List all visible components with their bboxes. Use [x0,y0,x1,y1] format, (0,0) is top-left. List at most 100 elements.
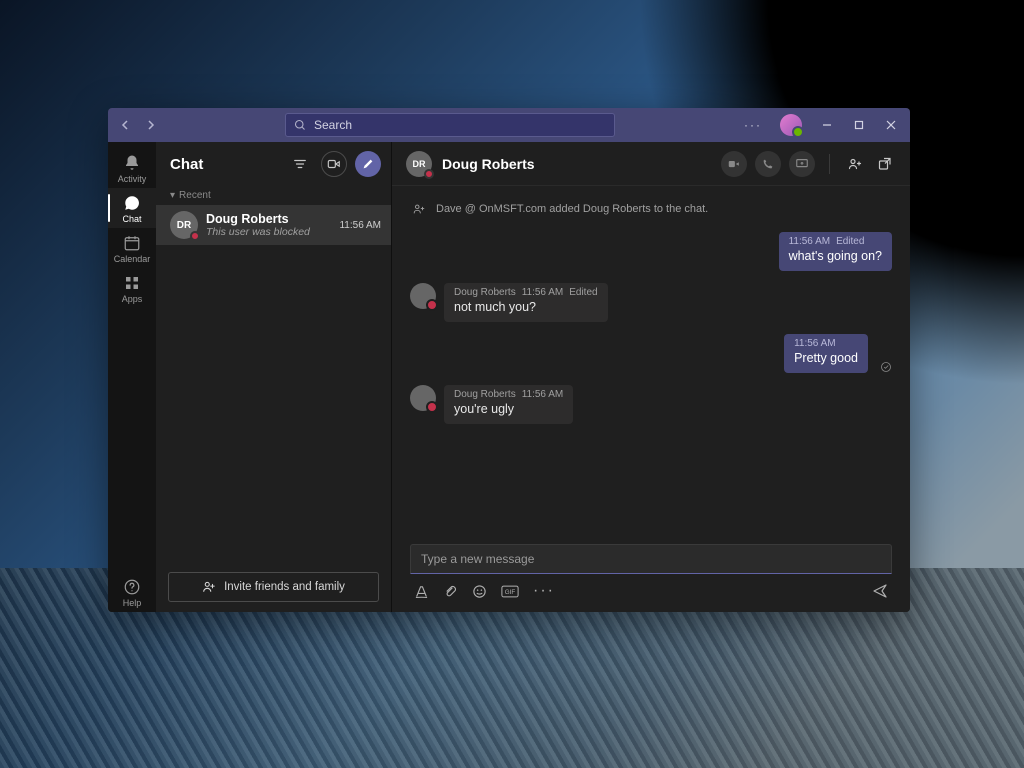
help-icon [123,578,141,596]
teams-window: Search ··· Activity Chat Calendar [108,108,910,612]
chevron-down-icon: ▾ [170,190,175,201]
bell-icon [123,154,141,172]
nav-forward-button[interactable] [142,117,158,133]
conversation-pane: DR Doug Roberts Dave @ OnMSFT.com added … [392,142,910,612]
message-row: Doug Roberts 11:56 AM you're ugly [410,385,892,424]
svg-text:GIF: GIF [505,589,516,596]
new-chat-button[interactable] [355,151,381,177]
conversation-header: DR Doug Roberts [392,142,910,186]
popout-button[interactable] [874,153,896,175]
chat-icon [123,194,141,212]
rail-apps[interactable]: Apps [108,268,156,308]
more-icon: ··· [533,582,555,600]
calendar-icon [123,234,141,252]
filter-button[interactable] [287,151,313,177]
conversation-title: Doug Roberts [442,156,721,172]
people-add-icon [202,580,216,594]
user-avatar[interactable] [780,114,802,136]
rail-label: Apps [122,294,143,304]
video-icon [727,157,741,171]
chat-list-pane: Chat ▾ Recent DR Doug Roberts This user … [156,142,392,612]
message-bubble-me[interactable]: 11:56 AM Edited what's going on? [779,232,892,271]
filter-icon [293,157,307,171]
divider [829,154,830,174]
gif-button[interactable]: GIF [501,585,519,598]
message-avatar [410,385,436,411]
message-row: Doug Roberts 11:56 AM Edited not much yo… [410,283,892,322]
message-edited-label: Edited [836,236,864,247]
rail-calendar[interactable]: Calendar [108,228,156,268]
audio-call-button[interactable] [755,151,781,177]
message-bubble-them[interactable]: Doug Roberts 11:56 AM you're ugly [444,385,573,424]
chat-time: 11:56 AM [339,220,381,231]
video-call-button[interactable] [721,151,747,177]
window-minimize-button[interactable] [820,118,834,132]
message-text: you're ugly [454,402,563,416]
search-placeholder: Search [314,118,352,132]
message-input[interactable]: Type a new message [410,544,892,574]
composer: Type a new message GIF ··· [392,544,910,612]
message-time: 11:56 AM [789,236,831,247]
recent-section-label[interactable]: ▾ Recent [156,186,391,205]
meet-now-button[interactable] [321,151,347,177]
emoji-button[interactable] [472,584,487,599]
header-avatar: DR [406,151,432,177]
phone-icon [761,157,775,171]
format-icon [414,584,429,599]
chat-list-item[interactable]: DR Doug Roberts This user was blocked 11… [156,205,391,245]
rail-label: Help [123,598,142,608]
nav-back-button[interactable] [118,117,134,133]
invite-button[interactable]: Invite friends and family [168,572,379,602]
add-people-button[interactable] [844,153,866,175]
message-edited-label: Edited [569,287,597,298]
apps-icon [123,274,141,292]
search-input[interactable]: Search [285,113,615,137]
rail-chat[interactable]: Chat [108,188,156,228]
emoji-icon [472,584,487,599]
more-options-button[interactable]: ··· [744,118,762,132]
send-button[interactable] [872,583,888,599]
blocked-badge-icon [190,231,200,241]
message-author: Doug Roberts [454,287,516,298]
message-list[interactable]: Dave @ OnMSFT.com added Doug Roberts to … [392,186,910,544]
send-icon [872,583,888,599]
message-time: 11:56 AM [794,338,836,349]
rail-label: Chat [122,214,141,224]
blocked-badge-icon [424,169,434,179]
screen-share-button[interactable] [789,151,815,177]
screen-share-icon [795,157,809,171]
rail-help[interactable]: Help [108,572,156,612]
message-bubble-them[interactable]: Doug Roberts 11:56 AM Edited not much yo… [444,283,608,322]
rail-label: Calendar [114,254,151,264]
window-close-button[interactable] [884,118,898,132]
gif-icon: GIF [501,585,519,598]
format-button[interactable] [414,584,429,599]
message-text: not much you? [454,300,598,314]
message-time: 11:56 AM [522,389,564,400]
message-row: 11:56 AM Edited what's going on? [410,232,892,271]
paperclip-icon [443,584,458,599]
rail-label: Activity [118,174,147,184]
rail-activity[interactable]: Activity [108,148,156,188]
compose-icon [361,157,375,171]
search-icon [294,119,306,131]
window-maximize-button[interactable] [852,118,866,132]
contact-avatar: DR [170,211,198,239]
app-rail: Activity Chat Calendar Apps Help [108,142,156,612]
message-text: Pretty good [794,351,858,365]
message-time: 11:56 AM [522,287,564,298]
chat-list-title: Chat [170,156,279,173]
attach-button[interactable] [443,584,458,599]
message-avatar [410,283,436,309]
more-compose-button[interactable]: ··· [533,582,555,600]
message-input-placeholder: Type a new message [421,552,534,566]
person-add-icon [410,200,428,218]
titlebar: Search ··· [108,108,910,142]
popout-icon [877,156,893,172]
sent-status-icon [880,361,892,373]
message-bubble-me[interactable]: 11:56 AM Pretty good [784,334,868,373]
message-author: Doug Roberts [454,389,516,400]
system-message: Dave @ OnMSFT.com added Doug Roberts to … [410,200,892,218]
video-icon [327,157,341,171]
contact-subtitle: This user was blocked [206,226,331,238]
